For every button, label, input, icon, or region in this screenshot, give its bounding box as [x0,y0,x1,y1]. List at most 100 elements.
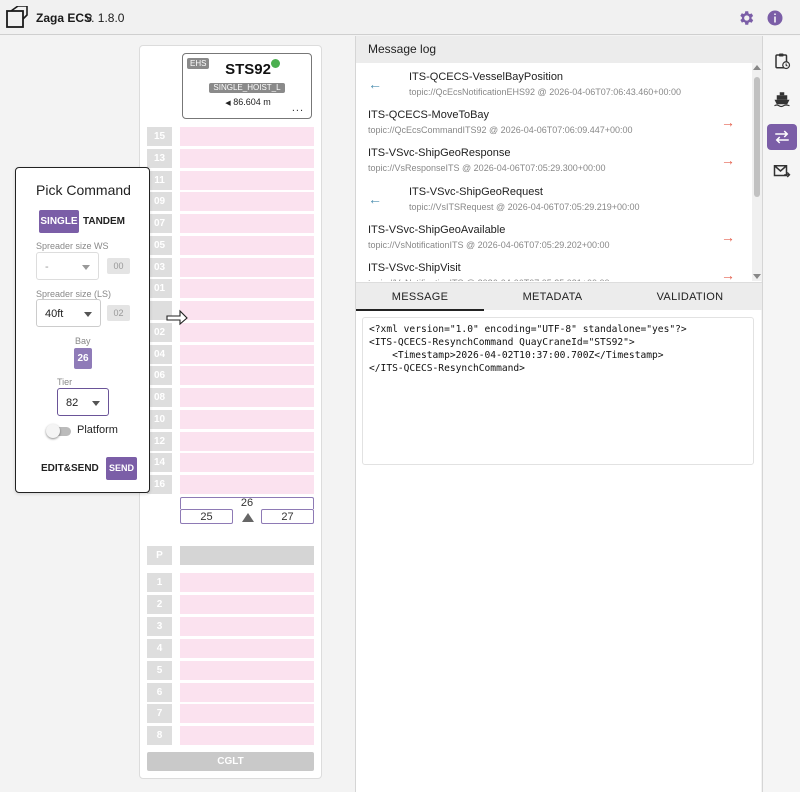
cglt-button[interactable]: CGLT [147,752,314,771]
spreader-ws-label: Spreader size WS [36,241,109,251]
message-topic: topic://QcEcsCommandITS92 @ 2026-04-06T0… [368,125,633,136]
edit-send-button[interactable]: EDIT&SEND [41,463,99,474]
message-xml[interactable]: <?xml version="1.0" encoding="UTF-8" sta… [362,317,754,465]
spreader-ws-select[interactable]: - [36,252,99,280]
swap-arrows-icon [775,130,789,144]
bay-row-slot[interactable] [180,214,314,233]
bay-row-slot[interactable] [180,726,314,746]
message-log-item[interactable]: ITS-VSvc-ShipGeoRequest topic://VsITSRequ… [356,183,752,221]
hoist-mode-badge: SINGLE_HOIST_L [209,83,285,93]
platform-slot[interactable] [180,546,314,565]
tier-label: Tier [57,377,73,387]
message-log-item[interactable]: ITS-VSvc-ShipVisit topic://VsNotification… [356,259,752,281]
tier-value: 82 [66,397,79,409]
bay-value: 26 [74,348,92,369]
platform-toggle-knob[interactable] [46,424,60,438]
message-title: ITS-VSvc-ShipVisit [368,262,461,274]
side-rail [762,36,800,792]
arrow-incoming-icon: ← [368,190,382,207]
tab-message[interactable]: MESSAGE [356,283,484,311]
bay-row-slot[interactable] [180,366,314,386]
bay-row-slot[interactable] [180,594,314,614]
bay-row-label: 13 [147,148,172,168]
chevron-down-icon [92,401,100,406]
bay-row-label: 10 [147,409,172,429]
bay-position-prev[interactable]: 25 [180,509,233,524]
chevron-down-icon [82,265,90,270]
detail-tabs: MESSAGE METADATA VALIDATION [356,282,762,311]
pick-command-dialog: Pick Command SINGLE TANDEM Spreader size… [15,167,150,493]
info-icon[interactable] [766,9,784,27]
bay-row-label: 3 [147,616,172,636]
spreader-ls-code: 02 [107,305,130,321]
spreader-ws-code: 00 [107,258,130,274]
arrow-incoming-icon: ← [368,76,382,92]
scroll-up-icon[interactable] [753,65,761,70]
app-header: Zaga ECS v. 1.8.0 [0,0,800,35]
single-mode-button[interactable]: SINGLE [39,210,79,233]
bay-row-slot[interactable] [180,638,314,658]
bay-row-slot[interactable] [180,279,314,299]
send-button[interactable]: SEND [106,457,137,480]
tab-metadata[interactable]: METADATA [484,283,621,311]
bay-row-slot[interactable] [180,344,314,364]
message-log-scrollbar[interactable] [752,63,762,281]
bay-row-label: 05 [147,235,172,255]
spreader-ls-select[interactable]: 40ft [36,299,101,327]
bay-row-label: 15 [147,127,172,146]
bay-row-slot[interactable] [180,704,314,724]
settings-gear-icon[interactable] [737,9,755,27]
arrow-outgoing-icon: → [721,152,735,169]
zaga-logo-icon [6,6,28,28]
message-log-item[interactable]: ITS-QCECS-VesselBayPosition topic://QcEcs… [356,68,752,106]
tab-validation[interactable]: VALIDATION [621,283,759,311]
bay-row-slot[interactable] [180,475,314,494]
app-title: Zaga ECS [36,11,93,25]
app-version: v. 1.8.0 [86,11,125,25]
message-log-list[interactable]: ITS-QCECS-VesselBayPosition topic://QcEcs… [356,63,752,281]
more-options-icon[interactable]: ... [292,102,304,114]
message-topic: topic://QcEcsNotificationEHS92 @ 2026-04… [409,87,682,97]
bay-row-slot[interactable] [180,409,314,429]
bay-position-next[interactable]: 27 [261,509,314,524]
bay-position-current: 26 [180,497,314,509]
bay-row-label: 14 [147,453,172,473]
crane-card[interactable]: EHS STS92 SINGLE_HOIST_L ◀ 86.604 m ... [182,53,312,119]
message-log-item[interactable]: ITS-VSvc-ShipGeoResponse topic://VsRespon… [356,144,752,182]
bay-row-slot[interactable] [180,257,314,277]
bay-row-slot[interactable] [180,388,314,407]
rail-messages-button[interactable] [767,124,797,150]
bay-row-slot[interactable] [180,431,314,451]
bay-row-slot[interactable] [180,170,314,190]
bay-row-slot[interactable] [180,682,314,702]
bay-row-slot[interactable] [180,453,314,473]
platform-row-label: P [147,546,172,565]
scroll-down-icon[interactable] [753,274,761,279]
bay-row-slot[interactable] [180,148,314,168]
bay-row-slot[interactable] [180,573,314,592]
rail-clipboard-button[interactable] [767,48,797,74]
message-log-item[interactable]: ITS-QCECS-MoveToBay topic://QcEcsCommandI… [356,106,752,144]
bay-row-slot[interactable] [180,660,314,680]
spreader-ls-value: 40ft [45,308,64,320]
bay-row-slot[interactable] [180,301,314,320]
bay-row-slot[interactable] [180,192,314,212]
bay-row-label: 08 [147,388,172,407]
tandem-mode-button[interactable]: TANDEM [81,210,127,233]
message-log-title: Message log [368,42,437,56]
bay-row-slot[interactable] [180,616,314,636]
rail-mail-button[interactable] [767,158,797,184]
mail-icon [773,165,791,178]
message-topic: topic://VsResponseITS @ 2026-04-06T07:05… [368,163,606,174]
rail-vessel-button[interactable] [767,86,797,112]
bay-row-slot[interactable] [180,127,314,146]
bay-row-label: 03 [147,257,172,277]
tier-select[interactable]: 82 [57,388,109,416]
scroll-thumb[interactable] [754,77,760,197]
message-log-panel: Message log ITS-QCECS-VesselBayPosition t… [355,36,762,792]
bay-row-slot[interactable] [180,322,314,342]
bay-row-label: 4 [147,638,172,658]
bay-row-slot[interactable] [180,235,314,255]
message-log-item[interactable]: ITS-VSvc-ShipGeoAvailable topic://VsNotif… [356,221,752,259]
arrow-outgoing-icon: → [721,267,735,281]
